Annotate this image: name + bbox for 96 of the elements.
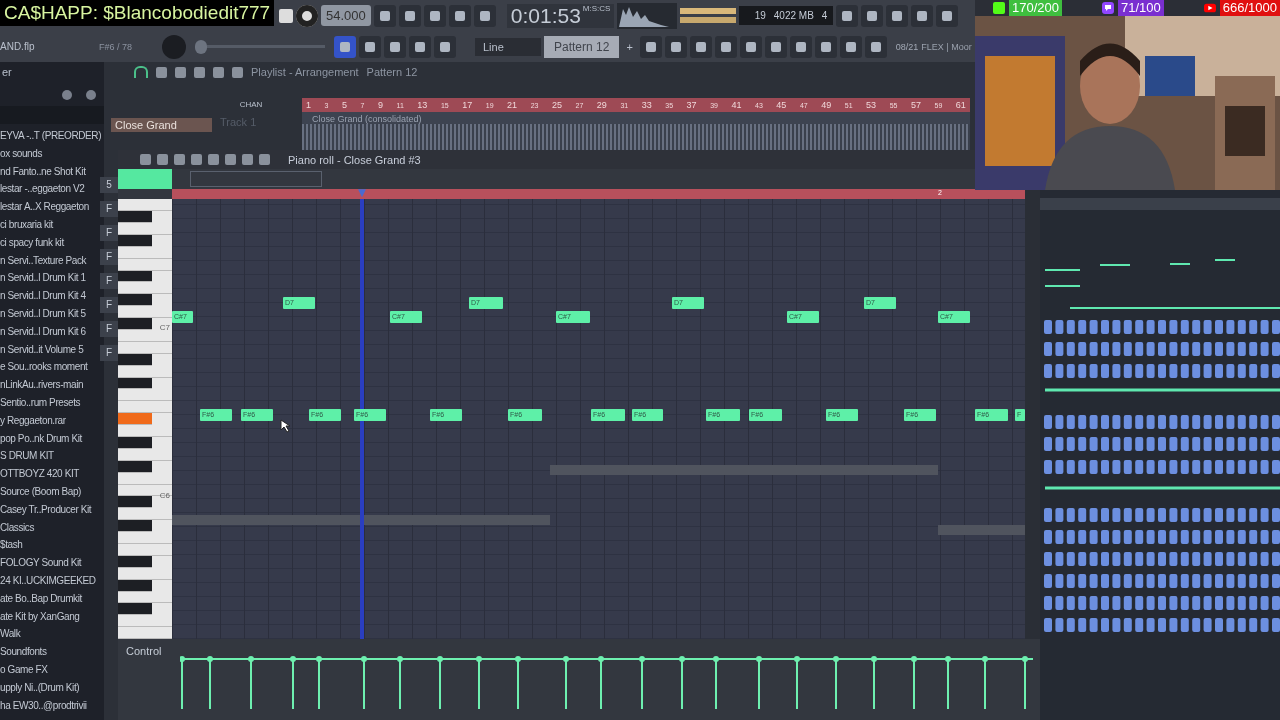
browser-item[interactable]: FOLOGY Sound Kit — [0, 554, 104, 572]
control-lane-selector[interactable]: Control — [118, 643, 180, 658]
browser-item[interactable]: o Game FX — [0, 660, 104, 679]
octave-label: C7 — [159, 323, 170, 333]
pattern-selector[interactable]: Pattern 12 — [544, 35, 620, 58]
snap-dropdown[interactable]: Line — [475, 37, 541, 56]
square-logo-icon — [993, 2, 1005, 14]
browser-item[interactable]: ate Bo..Bap Drumkit — [0, 589, 104, 608]
news-date: 08/21 — [895, 41, 919, 52]
channel-tab[interactable]: F — [100, 345, 118, 361]
bar-number: 21 — [507, 100, 518, 110]
hint-text: F#6 / 78 — [99, 41, 134, 52]
audio-clip[interactable]: Close Grand (consolidated) — [302, 112, 970, 150]
bar-number: 9 — [377, 100, 383, 110]
bar-number: 49 — [821, 100, 832, 110]
polyphony-readout: 4 — [821, 10, 828, 21]
browser-item[interactable]: EYVA -..T (PREORDER) — [0, 127, 104, 145]
volume-meter-drawing — [680, 5, 737, 26]
donation-banner: CA$HAPP: $Blancobodiedit777 — [0, 0, 275, 26]
bar-number: 41 — [731, 100, 742, 110]
channel-tab[interactable]: F — [100, 201, 118, 217]
browser-item[interactable]: S DRUM KIT — [0, 447, 104, 466]
bar-number: 37 — [686, 100, 697, 110]
goal-counter: 71/100 — [1118, 0, 1164, 16]
search-field[interactable] — [0, 106, 104, 124]
browser-item[interactable]: ox sounds — [0, 144, 104, 163]
channel-tab[interactable]: 5 — [100, 177, 118, 193]
bar-number: 29 — [596, 100, 607, 110]
browser-item[interactable]: y Reggaeton.rar — [0, 411, 104, 430]
goal-counter: 170/200 — [1009, 0, 1062, 16]
channel-tab[interactable]: F — [100, 297, 118, 313]
sharp-key[interactable] — [118, 294, 152, 307]
browser-item[interactable]: Sentio..rum Presets — [0, 393, 104, 412]
browser-item[interactable]: $tash — [0, 536, 104, 555]
scrollbar[interactable] — [1025, 189, 1040, 640]
bar-number: 17 — [462, 100, 473, 110]
browser-item[interactable]: pop Po..nk Drum Kit — [0, 429, 104, 448]
playlist-title: Playlist - Arrangement — [251, 66, 359, 78]
playhead-marker[interactable] — [358, 189, 366, 198]
chat-bubble-icon — [1102, 2, 1114, 14]
slider-thumb[interactable] — [195, 39, 207, 54]
browser-title: er — [1, 65, 13, 80]
browser-item[interactable]: Soundfonts — [0, 643, 104, 661]
browser-item[interactable]: e Sou..rooks moment — [0, 358, 104, 377]
column-label: CHAN — [238, 99, 264, 111]
sharp-key[interactable] — [118, 437, 152, 449]
browser-item[interactable]: 24 KI..UCKIMGEEKED — [0, 571, 104, 590]
bar-number: 25 — [551, 100, 562, 110]
bar-number: 57 — [910, 100, 921, 110]
bar-number: 45 — [776, 100, 787, 110]
browser-item[interactable]: Classics — [0, 518, 104, 537]
bar-number: 53 — [866, 100, 877, 110]
note-color-swatch[interactable] — [118, 169, 172, 190]
oscilloscope-drawing — [617, 2, 678, 29]
browser-item[interactable]: ha EW30..@prodtrivii — [0, 696, 104, 715]
news-title: FLEX | Moor — [921, 41, 972, 52]
memory-readout: 4022 MB — [773, 10, 814, 21]
browser-item[interactable]: OTTBOYZ 420 KIT — [0, 465, 104, 483]
tempo-field[interactable]: 54.000 — [321, 5, 371, 26]
browser-item[interactable]: Source (Boom Bap) — [0, 482, 104, 501]
octave-label: C6 — [159, 491, 170, 501]
add-pattern-button[interactable]: + — [622, 38, 637, 55]
channel-button[interactable]: Close Grand — [111, 118, 212, 132]
bar-number: 33 — [641, 100, 652, 110]
channel-tab[interactable]: F — [100, 321, 118, 337]
playlist-pattern[interactable]: Pattern 12 — [366, 66, 418, 78]
overview-scrollbar[interactable] — [190, 171, 322, 188]
cpu-readout: 19 — [754, 10, 766, 21]
browser-item[interactable]: Casey Tr..Producer Kit — [0, 500, 104, 519]
cursor-icon — [280, 419, 292, 434]
sharp-key[interactable] — [118, 496, 152, 509]
project-file-name: AND.flp — [0, 41, 36, 52]
browser-item[interactable]: upply Ni..(Drum Kit) — [0, 678, 104, 697]
play-icon — [1203, 2, 1216, 14]
bar-number: 5 — [342, 100, 347, 110]
record-button[interactable] — [296, 4, 318, 27]
browser-item[interactable]: nLinkAu..rivers-main — [0, 376, 104, 394]
bar-number: 1 — [306, 100, 311, 110]
channel-tab[interactable]: F — [100, 225, 118, 241]
highlighted-key[interactable] — [118, 413, 152, 426]
sharp-key[interactable] — [118, 318, 152, 330]
song-time: 0:01:53 — [510, 3, 581, 28]
time-unit: M:S:CS — [582, 3, 611, 13]
channel-tab[interactable]: F — [100, 273, 118, 289]
piano-roll-title: Piano roll - Close Grand #3 — [288, 153, 421, 166]
sharp-key[interactable] — [118, 211, 152, 223]
sharp-key[interactable] — [118, 520, 152, 533]
bar-number: 13 — [417, 100, 428, 110]
browser-item[interactable]: Walk — [0, 625, 104, 644]
sharp-key[interactable] — [118, 603, 152, 616]
bar-number: 61 — [955, 100, 966, 110]
channel-tab[interactable]: F — [100, 249, 118, 265]
piano-keyboard[interactable]: C7 C6 — [118, 199, 172, 640]
stop-button[interactable] — [279, 8, 293, 23]
goal-counter: 666/1000 — [1219, 0, 1280, 16]
browser-item[interactable]: ate Kit by XanGang — [0, 607, 104, 626]
